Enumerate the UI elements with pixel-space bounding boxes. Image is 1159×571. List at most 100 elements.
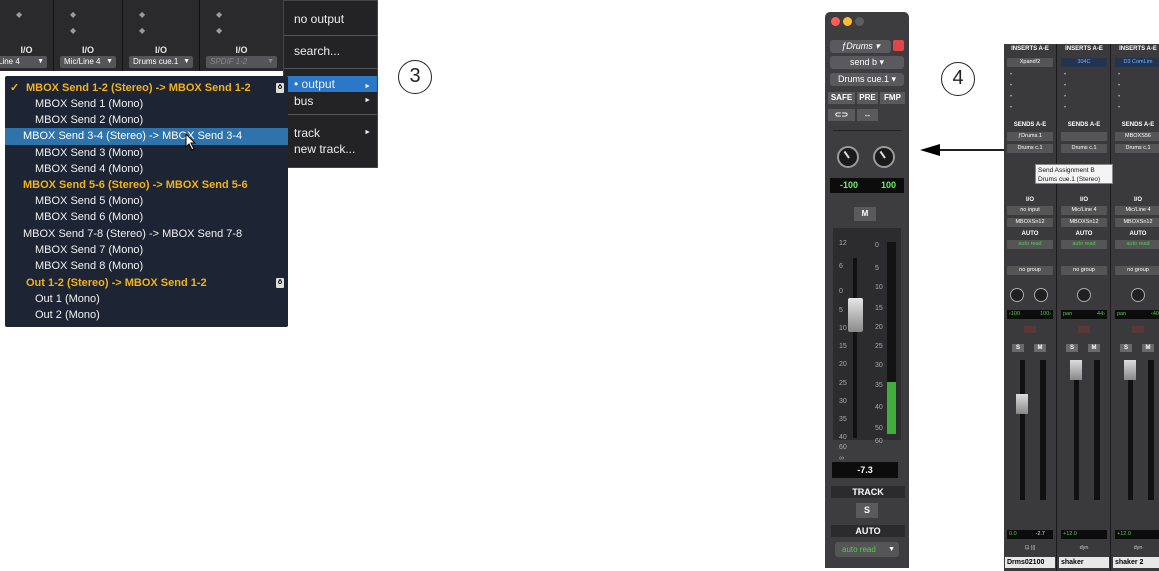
track-name[interactable]: Drms02100	[1005, 557, 1055, 568]
scale-label: ∞	[839, 455, 844, 462]
menu-item-mono-path[interactable]: MBOX Send 3 (Mono)	[5, 145, 288, 162]
fader-handle[interactable]	[848, 298, 863, 332]
mute-button[interactable]: M	[1034, 344, 1046, 352]
pan-knob-right[interactable]	[873, 146, 895, 168]
menu-divider	[284, 68, 377, 69]
menu-item-bus-path[interactable]: MBOX Send 5-6 (Stereo) -> MBOX Send 5-6	[5, 177, 288, 194]
minimize-window-icon[interactable]	[843, 17, 852, 26]
menu-item-output[interactable]: • output ►	[284, 76, 377, 92]
menu-item-search[interactable]: search...	[284, 44, 377, 58]
fader-handle[interactable]	[1124, 360, 1136, 380]
output-path-selector[interactable]: Drums cue.1 ▾	[830, 73, 904, 86]
target-icon[interactable]	[893, 40, 904, 51]
close-window-icon[interactable]	[831, 17, 840, 26]
menu-item-mono-path[interactable]: Out 1 (Mono)	[5, 291, 288, 308]
solo-button[interactable]: S	[856, 503, 878, 518]
mute-button[interactable]: M	[1142, 344, 1154, 352]
fader-handle[interactable]	[1016, 394, 1028, 414]
io-output-selector[interactable]: Line 4 ▼	[0, 56, 47, 68]
record-button[interactable]	[1132, 326, 1144, 333]
fader-track	[1074, 360, 1079, 500]
send-selector[interactable]: send b ▾	[830, 56, 904, 69]
sends-header: SENDS A-E	[1013, 122, 1047, 128]
input-selector[interactable]: no input	[1007, 206, 1053, 215]
insert-slot[interactable]: D3 ComLim	[1115, 58, 1159, 67]
fader-handle[interactable]	[1070, 360, 1082, 380]
record-button[interactable]	[1078, 326, 1090, 333]
menu-item-mono-path[interactable]: MBOX Send 2 (Mono)	[5, 112, 288, 129]
pan-knob[interactable]	[1034, 288, 1048, 302]
menu-item-bus-path[interactable]: MBOX Send 7-8 (Stereo) -> MBOX Send 7-8	[5, 226, 288, 243]
insert-slot[interactable]: 304C	[1061, 58, 1107, 67]
pan-readout: pan 44›	[1061, 310, 1107, 319]
level-meter	[1040, 360, 1046, 500]
zoom-window-icon[interactable]	[855, 17, 864, 26]
menu-item-no-output[interactable]: no output	[284, 12, 377, 26]
send-slot[interactable]	[1061, 132, 1107, 141]
automation-mode-selector[interactable]: auto read ▼	[835, 542, 899, 557]
send-slot[interactable]: Drums c.1	[1061, 144, 1107, 153]
send-slot[interactable]: ƒDrums.1	[1007, 132, 1053, 141]
menu-item-bus-path[interactable]: Out 1-2 (Stereo) -> MBOX Send 1-2 ō	[5, 275, 288, 292]
scale-label: 25	[839, 380, 847, 387]
pan-knob[interactable]	[1010, 288, 1024, 302]
insert-slot[interactable]: Xpand!2	[1007, 58, 1053, 67]
level-meter	[1094, 360, 1100, 500]
track-selector[interactable]: ƒDrums ▾	[830, 40, 891, 53]
menu-item-mono-path[interactable]: MBOX Send 7 (Mono)	[5, 242, 288, 259]
peak-value: -2.7	[1035, 531, 1045, 537]
output-selector[interactable]: MBOXSn12	[1115, 218, 1159, 227]
dropdown-caret-icon: ▼	[37, 58, 44, 65]
io-output-selector[interactable]: Mic/Line 4 ▼	[60, 56, 116, 68]
menu-item-mono-path[interactable]: MBOX Send 6 (Mono)	[5, 209, 288, 226]
submenu-arrow-icon: ►	[364, 97, 371, 104]
menu-item-bus-path-highlighted[interactable]: MBOX Send 3-4 (Stereo) -> MBOX Send 3-4	[5, 128, 288, 151]
dyn-label: dyn	[1079, 545, 1089, 551]
automation-mode-selector[interactable]: auto read	[1115, 240, 1159, 249]
level-meter	[1148, 360, 1154, 500]
input-selector[interactable]: Mic/Line 4	[1115, 206, 1159, 215]
lock-icon: ō	[276, 278, 284, 288]
safe-button[interactable]: SAFE	[828, 92, 855, 104]
pan-knob[interactable]	[1131, 288, 1145, 302]
automation-mode-selector[interactable]: auto read	[1061, 240, 1107, 249]
menu-item-mono-path[interactable]: Out 2 (Mono)	[5, 307, 288, 324]
pan-knob[interactable]	[1077, 288, 1091, 302]
inverse-pan-icon[interactable]: ↔	[857, 109, 878, 121]
menu-item-mono-path[interactable]: MBOX Send 1 (Mono)	[5, 96, 288, 113]
mute-button[interactable]: M	[1088, 344, 1100, 352]
track-name[interactable]: shaker 2	[1113, 557, 1159, 568]
group-selector[interactable]: no group	[1061, 266, 1107, 275]
record-button[interactable]	[1024, 326, 1036, 333]
send-slot[interactable]: Drums c.1	[1007, 144, 1053, 153]
send-slot[interactable]: MBOXS56	[1115, 132, 1159, 141]
submenu-arrow-icon: ►	[364, 83, 371, 90]
solo-button[interactable]: S	[1120, 344, 1132, 352]
pan-knob-left[interactable]	[837, 146, 859, 168]
scale-label: 60	[839, 444, 847, 451]
menu-item-bus[interactable]: bus ►	[284, 94, 377, 108]
mute-button[interactable]: M	[854, 207, 876, 221]
output-selector[interactable]: MBOXSn12	[1061, 218, 1107, 227]
fmp-button[interactable]: FMP	[880, 92, 905, 104]
automation-mode-selector[interactable]: auto read	[1007, 240, 1053, 249]
menu-item-bus-path[interactable]: ✓ MBOX Send 1-2 (Stereo) -> MBOX Send 1-…	[5, 80, 288, 97]
menu-item-mono-path[interactable]: MBOX Send 5 (Mono)	[5, 193, 288, 210]
menu-item-mono-path[interactable]: MBOX Send 4 (Mono)	[5, 161, 288, 178]
output-selector[interactable]: MBOXSn12	[1007, 218, 1053, 227]
menu-item-mono-path[interactable]: MBOX Send 8 (Mono)	[5, 258, 288, 275]
solo-button[interactable]: S	[1066, 344, 1078, 352]
solo-button[interactable]: S	[1012, 344, 1024, 352]
pre-button[interactable]: PRE	[857, 92, 878, 104]
menu-item-track[interactable]: track ►	[284, 126, 377, 140]
auto-section-label: AUTO	[831, 525, 905, 537]
input-selector[interactable]: Mic/Line 4	[1061, 206, 1107, 215]
menu-item-new-track[interactable]: new track...	[284, 142, 377, 156]
send-slot[interactable]: Drums c.1	[1115, 144, 1159, 153]
io-output-selector[interactable]: Drums cue.1 ▼	[129, 56, 193, 68]
track-name[interactable]: shaker	[1059, 557, 1109, 568]
group-selector[interactable]: no group	[1007, 266, 1053, 275]
group-selector[interactable]: no group	[1115, 266, 1159, 275]
link-icon[interactable]: ⊂⊃	[828, 109, 855, 121]
io-output-selector[interactable]: SPDIF 1-2 ▼	[206, 56, 277, 68]
